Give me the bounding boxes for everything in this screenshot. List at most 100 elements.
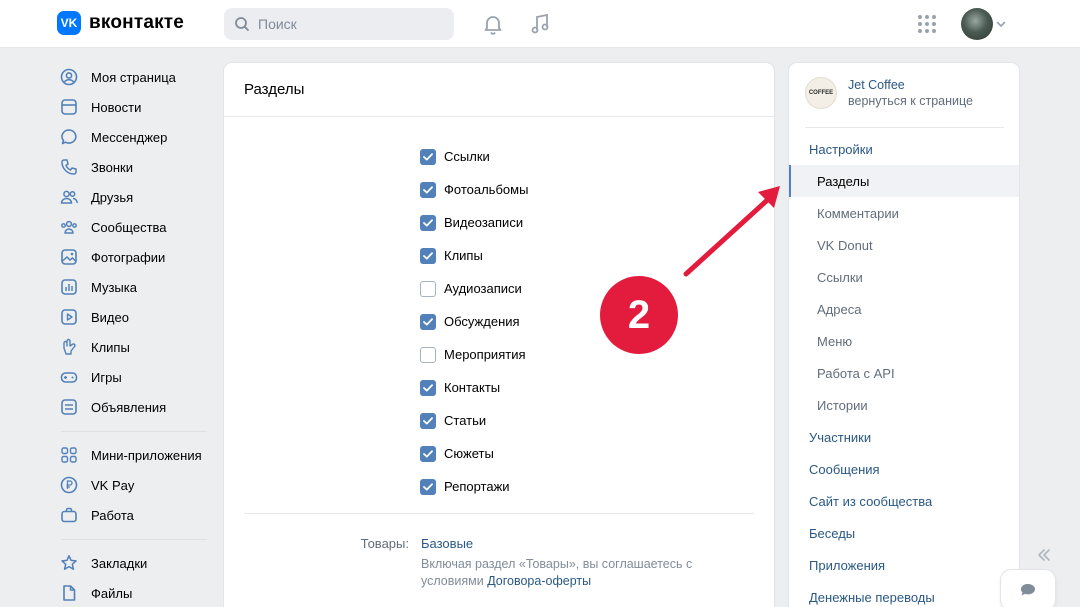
- nav-label: Клипы: [91, 339, 130, 355]
- checkmark-icon: [423, 218, 433, 226]
- services-menu-button[interactable]: [913, 10, 941, 38]
- nav-item-photos[interactable]: Фотографии: [57, 242, 212, 272]
- menu-item[interactable]: Разделы: [789, 165, 1019, 197]
- menu-item[interactable]: Комментарии: [789, 197, 1019, 229]
- nav-item-messenger[interactable]: Мессенджер: [57, 122, 212, 152]
- clips-icon: [59, 337, 79, 357]
- menu-item[interactable]: Приложения: [789, 549, 1019, 581]
- profile-avatar[interactable]: [961, 8, 993, 40]
- nav-item-my-page[interactable]: Моя страница: [57, 62, 212, 92]
- nav-item-video[interactable]: Видео: [57, 302, 212, 332]
- nav-item-news[interactable]: Новости: [57, 92, 212, 122]
- menu-item[interactable]: Денежные переводы: [789, 581, 1019, 607]
- double-chevron-left-icon: [1038, 549, 1050, 561]
- section-checkbox-row[interactable]: Сюжеты: [420, 437, 528, 470]
- nav-divider: [61, 431, 207, 432]
- nav-item-bookmarks[interactable]: Закладки: [57, 548, 212, 578]
- menu-item[interactable]: Меню: [789, 325, 1019, 357]
- menu-item[interactable]: Работа с API: [789, 357, 1019, 389]
- goods-mode-dropdown[interactable]: Базовые: [421, 536, 473, 551]
- checkbox-checked[interactable]: [420, 247, 436, 264]
- nav-label: Моя страница: [91, 69, 176, 85]
- menu-item[interactable]: Ссылки: [789, 261, 1019, 293]
- collapse-sidebar-button[interactable]: [1034, 545, 1054, 565]
- section-checkbox-row[interactable]: Обсуждения: [420, 305, 528, 338]
- profile-menu-toggle[interactable]: [993, 10, 1009, 38]
- checkbox-checked[interactable]: [420, 412, 436, 429]
- nav-item-friends[interactable]: Друзья: [57, 182, 212, 212]
- nav-item-mini-apps[interactable]: Мини-приложения: [57, 440, 212, 470]
- menu-item[interactable]: Настройки: [789, 133, 1019, 165]
- checkmark-icon: [423, 482, 433, 490]
- checkbox-checked[interactable]: [420, 478, 436, 495]
- nav-item-communities[interactable]: Сообщества: [57, 212, 212, 242]
- search-input[interactable]: [258, 16, 438, 32]
- checkbox-label: Репортажи: [444, 479, 510, 494]
- nav-label: Мессенджер: [91, 129, 168, 145]
- community-avatar: COFFEE: [805, 77, 837, 109]
- checkbox-checked[interactable]: [420, 181, 436, 198]
- chat-widget-button[interactable]: [1001, 570, 1055, 607]
- goods-note: Включая раздел «Товары», вы соглашаетесь…: [421, 556, 721, 590]
- menu-item[interactable]: Участники: [789, 421, 1019, 453]
- section-checkbox-row[interactable]: Ссылки: [420, 140, 528, 173]
- chat-bubble-icon: [1020, 583, 1035, 596]
- section-checkbox-row[interactable]: Мероприятия: [420, 338, 528, 371]
- section-checkbox-row[interactable]: Репортажи: [420, 470, 528, 503]
- checkbox-checked[interactable]: [420, 445, 436, 462]
- nav-item-classifieds[interactable]: Объявления: [57, 392, 212, 422]
- section-checkbox-row[interactable]: Клипы: [420, 239, 528, 272]
- music-icon: [59, 277, 79, 297]
- menu-item[interactable]: Истории: [789, 389, 1019, 421]
- search-box[interactable]: [224, 8, 454, 40]
- nav-item-games[interactable]: Игры: [57, 362, 212, 392]
- briefcase-icon: [59, 505, 79, 525]
- nav-label: VK Pay: [91, 477, 135, 493]
- community-header[interactable]: COFFEE Jet Coffee вернуться к странице: [805, 77, 973, 109]
- checkmark-icon: [423, 383, 433, 391]
- page-title: Разделы: [224, 63, 774, 117]
- section-checkbox-row[interactable]: Контакты: [420, 371, 528, 404]
- community-management-menu: COFFEE Jet Coffee вернуться к странице Н…: [789, 63, 1019, 607]
- nav-item-music[interactable]: Музыка: [57, 272, 212, 302]
- notifications-button[interactable]: [479, 10, 507, 38]
- music-player-button[interactable]: [526, 10, 554, 38]
- checkbox-label: Клипы: [444, 248, 483, 263]
- nav-label: Друзья: [91, 189, 134, 205]
- section-checkbox-row[interactable]: Фотоальбомы: [420, 173, 528, 206]
- communities-icon: [59, 217, 79, 237]
- gamepad-icon: [59, 367, 79, 387]
- menu-item[interactable]: Сообщения: [789, 453, 1019, 485]
- checkbox-checked[interactable]: [420, 214, 436, 231]
- menu-item[interactable]: VK Donut: [789, 229, 1019, 261]
- checkbox-unchecked[interactable]: [420, 280, 436, 297]
- checkbox-label: Контакты: [444, 380, 501, 395]
- checkbox-checked[interactable]: [420, 379, 436, 396]
- section-checkbox-row[interactable]: Аудиозаписи: [420, 272, 528, 305]
- apps-grid-icon: [918, 15, 936, 33]
- checkbox-unchecked[interactable]: [420, 346, 436, 363]
- offer-agreement-link[interactable]: Договора-оферты: [487, 574, 591, 588]
- chevron-down-icon: [996, 21, 1006, 28]
- community-name[interactable]: Jet Coffee: [848, 77, 973, 93]
- menu-item[interactable]: Сайт из сообщества: [789, 485, 1019, 517]
- nav-item-calls[interactable]: Звонки: [57, 152, 212, 182]
- nav-label: Новости: [91, 99, 142, 115]
- nav-item-jobs[interactable]: Работа: [57, 500, 212, 530]
- checkbox-label: Фотоальбомы: [444, 182, 529, 197]
- vk-logo[interactable]: VK вконтакте: [57, 11, 184, 35]
- nav-item-clips[interactable]: Клипы: [57, 332, 212, 362]
- back-to-page-link[interactable]: вернуться к странице: [848, 93, 973, 109]
- nav-label: Работа: [91, 507, 134, 523]
- checkbox-checked[interactable]: [420, 148, 436, 165]
- vk-logo-mark: VK: [57, 11, 81, 35]
- nav-item-vk-pay[interactable]: VK Pay: [57, 470, 212, 500]
- checkbox-checked[interactable]: [420, 313, 436, 330]
- menu-item[interactable]: Адреса: [789, 293, 1019, 325]
- section-divider: [244, 513, 754, 514]
- music-note-icon: [531, 13, 549, 34]
- section-checkbox-row[interactable]: Видеозаписи: [420, 206, 528, 239]
- section-checkbox-row[interactable]: Статьи: [420, 404, 528, 437]
- menu-item[interactable]: Беседы: [789, 517, 1019, 549]
- nav-item-files[interactable]: Файлы: [57, 578, 212, 607]
